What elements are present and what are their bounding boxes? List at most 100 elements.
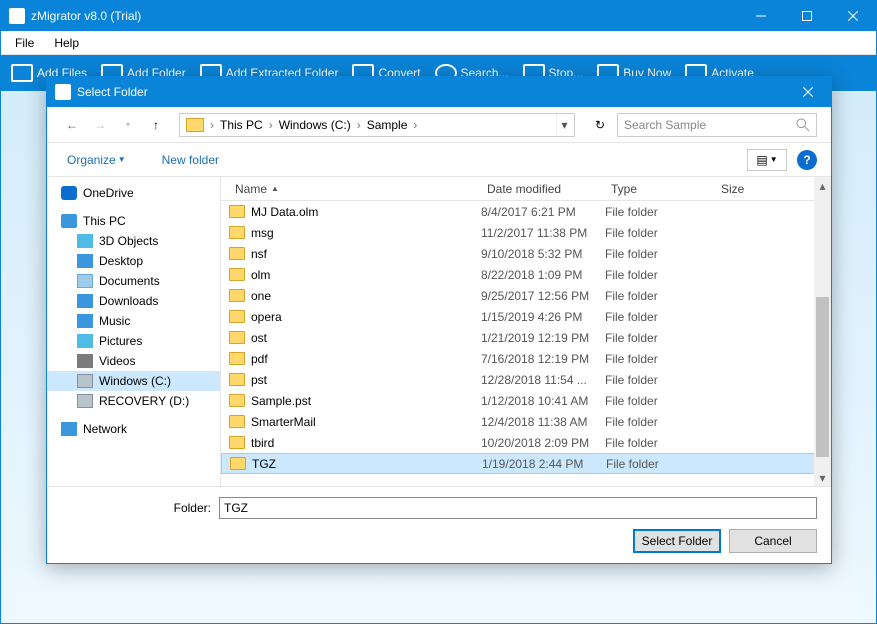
tree-recovery-d[interactable]: RECOVERY (D:): [47, 391, 220, 411]
nav-up-button[interactable]: ↑: [145, 114, 167, 136]
new-folder-button[interactable]: New folder: [156, 149, 225, 171]
3dobjects-icon: [77, 234, 93, 248]
breadcrumb-thispc[interactable]: This PC: [216, 116, 267, 134]
file-row[interactable]: Sample.pst1/12/2018 10:41 AMFile folder: [221, 390, 831, 411]
menu-help[interactable]: Help: [46, 34, 87, 52]
folder-icon: [230, 457, 246, 470]
onedrive-icon: [61, 186, 77, 200]
refresh-button[interactable]: ↻: [589, 114, 611, 136]
breadcrumb-folder[interactable]: Sample: [363, 116, 412, 134]
file-row[interactable]: pst12/28/2018 11:54 ...File folder: [221, 369, 831, 390]
file-date: 1/19/2018 2:44 PM: [482, 457, 606, 471]
scrollbar[interactable]: ▴ ▾: [814, 177, 831, 486]
col-date[interactable]: Date modified: [481, 182, 605, 196]
videos-icon: [77, 354, 93, 368]
file-row[interactable]: TGZ1/19/2018 2:44 PMFile folder: [221, 453, 831, 474]
col-size[interactable]: Size: [715, 182, 775, 196]
breadcrumb-drive[interactable]: Windows (C:): [275, 116, 355, 134]
file-name: opera: [251, 310, 282, 324]
tree-onedrive[interactable]: OneDrive: [47, 183, 220, 203]
app-icon: [9, 8, 25, 24]
downloads-icon: [77, 294, 93, 308]
chevron-right-icon[interactable]: ›: [267, 118, 275, 132]
file-row[interactable]: olm8/22/2018 1:09 PMFile folder: [221, 264, 831, 285]
scroll-down-icon[interactable]: ▾: [814, 469, 831, 486]
desktop-icon: [77, 254, 93, 268]
file-row[interactable]: tbird10/20/2018 2:09 PMFile folder: [221, 432, 831, 453]
file-row[interactable]: opera 1/15/2019 4:26 PMFile folder: [221, 306, 831, 327]
file-type: File folder: [605, 352, 715, 366]
file-type: File folder: [605, 268, 715, 282]
scroll-up-icon[interactable]: ▴: [814, 177, 831, 194]
chevron-right-icon[interactable]: ›: [208, 118, 216, 132]
file-type: File folder: [605, 289, 715, 303]
file-date: 9/25/2017 12:56 PM: [481, 289, 605, 303]
file-date: 10/20/2018 2:09 PM: [481, 436, 605, 450]
help-button[interactable]: ?: [797, 150, 817, 170]
file-list-header: Name▲ Date modified Type Size: [221, 177, 831, 201]
file-name: Sample.pst: [251, 394, 311, 408]
view-mode-button[interactable]: ▤▼: [747, 149, 787, 171]
file-row[interactable]: SmarterMail12/4/2018 11:38 AMFile folder: [221, 411, 831, 432]
file-type: File folder: [606, 457, 716, 471]
file-list: Name▲ Date modified Type Size MJ Data.ol…: [221, 177, 831, 486]
tree-music[interactable]: Music: [47, 311, 220, 331]
music-icon: [77, 314, 93, 328]
organize-button[interactable]: Organize▼: [61, 149, 132, 171]
search-input[interactable]: [624, 118, 796, 132]
dialog-footer: Folder: Select Folder Cancel: [47, 486, 831, 563]
menu-file[interactable]: File: [7, 34, 42, 52]
file-name: pst: [251, 373, 267, 387]
folder-icon: [229, 226, 245, 239]
file-row[interactable]: MJ Data.olm8/4/2017 6:21 PMFile folder: [221, 201, 831, 222]
search-box[interactable]: [617, 113, 817, 137]
select-folder-button[interactable]: Select Folder: [633, 529, 721, 553]
close-button[interactable]: [830, 1, 876, 31]
tree-3dobjects[interactable]: 3D Objects: [47, 231, 220, 251]
chevron-right-icon[interactable]: ›: [411, 118, 419, 132]
nav-recent-dropdown[interactable]: ▾: [117, 114, 139, 136]
folder-icon: [229, 394, 245, 407]
col-type[interactable]: Type: [605, 182, 715, 196]
col-name[interactable]: Name▲: [229, 182, 481, 196]
dialog-navbar: ← → ▾ ↑ › This PC › Windows (C:) › Sampl…: [47, 107, 831, 143]
file-type: File folder: [605, 415, 715, 429]
file-row[interactable]: one9/25/2017 12:56 PMFile folder: [221, 285, 831, 306]
nav-forward-button[interactable]: →: [89, 114, 111, 136]
folder-input[interactable]: [219, 497, 817, 519]
folder-icon: [229, 205, 245, 218]
file-type: File folder: [605, 226, 715, 240]
file-date: 8/22/2018 1:09 PM: [481, 268, 605, 282]
tree-windows-c[interactable]: Windows (C:): [47, 371, 220, 391]
maximize-button[interactable]: [784, 1, 830, 31]
file-date: 1/15/2019 4:26 PM: [481, 310, 605, 324]
tree-desktop[interactable]: Desktop: [47, 251, 220, 271]
app-title: zMigrator v8.0 (Trial): [31, 9, 738, 23]
tree-network[interactable]: Network: [47, 419, 220, 439]
tree-downloads[interactable]: Downloads: [47, 291, 220, 311]
pictures-icon: [77, 334, 93, 348]
file-row[interactable]: msg11/2/2017 11:38 PMFile folder: [221, 222, 831, 243]
breadcrumb-dropdown[interactable]: ▾: [556, 114, 572, 136]
tree-thispc[interactable]: This PC: [47, 211, 220, 231]
breadcrumb[interactable]: › This PC › Windows (C:) › Sample › ▾: [179, 113, 575, 137]
tree-videos[interactable]: Videos: [47, 351, 220, 371]
dialog-icon: [55, 84, 71, 100]
file-type: File folder: [605, 310, 715, 324]
tree-pictures[interactable]: Pictures: [47, 331, 220, 351]
tree-documents[interactable]: Documents: [47, 271, 220, 291]
file-type: File folder: [605, 373, 715, 387]
nav-back-button[interactable]: ←: [61, 114, 83, 136]
file-date: 8/4/2017 6:21 PM: [481, 205, 605, 219]
pc-icon: [61, 214, 77, 228]
cancel-button[interactable]: Cancel: [729, 529, 817, 553]
minimize-button[interactable]: [738, 1, 784, 31]
dialog-close-button[interactable]: [785, 77, 831, 107]
scroll-thumb[interactable]: [816, 297, 829, 457]
chevron-right-icon[interactable]: ›: [355, 118, 363, 132]
file-row[interactable]: ost1/21/2019 12:19 PMFile folder: [221, 327, 831, 348]
file-row[interactable]: pdf7/16/2018 12:19 PMFile folder: [221, 348, 831, 369]
file-name: MJ Data.olm: [251, 205, 318, 219]
file-row[interactable]: nsf9/10/2018 5:32 PMFile folder: [221, 243, 831, 264]
main-titlebar: zMigrator v8.0 (Trial): [1, 1, 876, 31]
